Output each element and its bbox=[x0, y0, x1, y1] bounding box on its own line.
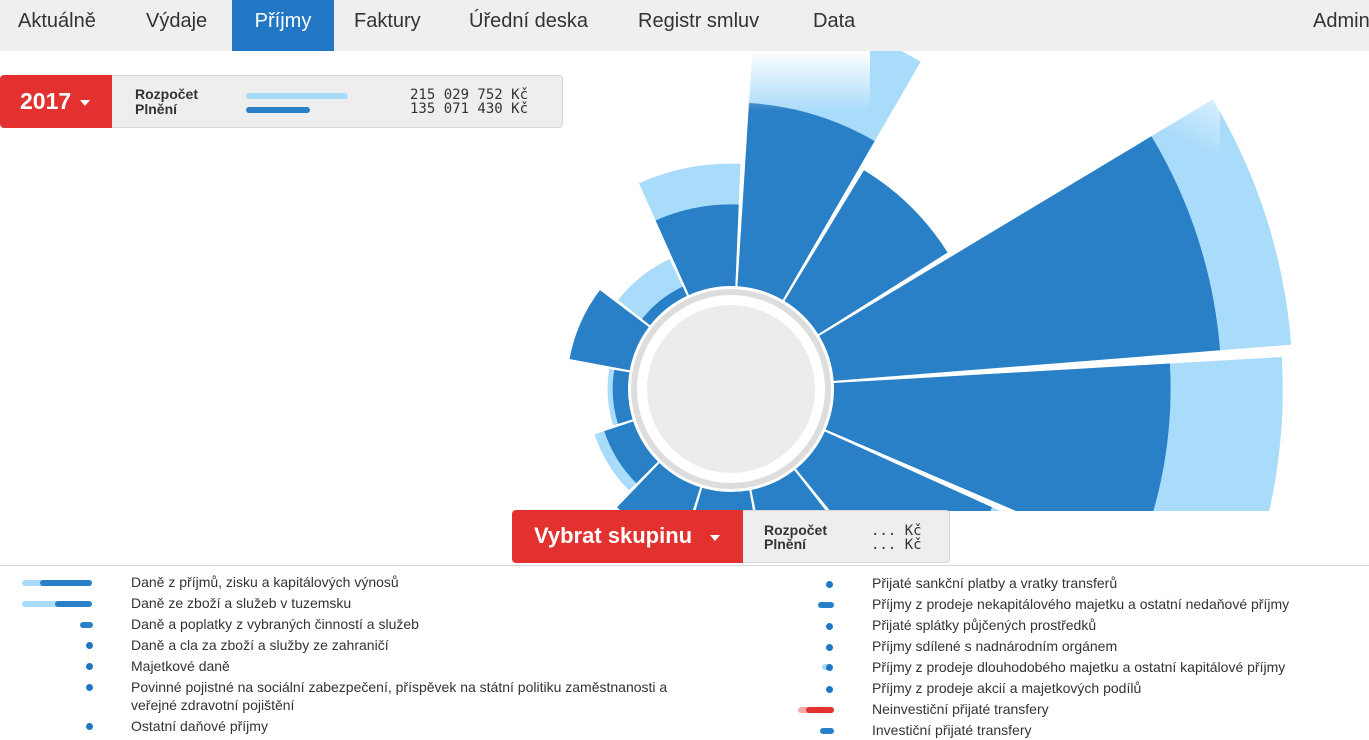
legend-label: Daně z příjmů, zisku a kapitálových výno… bbox=[131, 574, 399, 590]
group-summary: Rozpočet Plnění ... Kč ... Kč bbox=[743, 510, 950, 563]
legend-label: Příjmy z prodeje akcií a majetkových pod… bbox=[872, 680, 1142, 696]
nav-tab-prijmy[interactable]: Příjmy bbox=[232, 0, 334, 51]
legend-dot bbox=[826, 686, 833, 693]
nav-tab-uredni-deska[interactable]: Úřední deska bbox=[469, 0, 588, 51]
legend-label: Neinvestiční přijaté transfery bbox=[872, 701, 1049, 717]
legend-actual-bar bbox=[80, 622, 93, 628]
legend-dot bbox=[86, 684, 93, 691]
legend-actual-bar bbox=[818, 602, 834, 608]
legend-label: Povinné pojistné na sociální zabezpečení… bbox=[131, 679, 668, 695]
legend-actual-bar bbox=[820, 728, 834, 734]
fade-overlay-top bbox=[720, 51, 870, 111]
group-actual-amount: ... Kč bbox=[871, 537, 922, 553]
legend-label: Daně ze zboží a služeb v tuzemsku bbox=[131, 595, 352, 611]
legend-dot bbox=[86, 642, 93, 649]
nav-tab-registr-smluv[interactable]: Registr smluv bbox=[638, 0, 759, 51]
legend-dot bbox=[826, 581, 833, 588]
top-navigation: Aktuálně Výdaje Příjmy Faktury Úřední de… bbox=[0, 0, 1369, 51]
nav-tab-admin[interactable]: Admin bbox=[1313, 0, 1369, 51]
legend-label-line2: veřejné zdravotní pojištění bbox=[131, 697, 295, 713]
group-actual-label: Plnění bbox=[764, 536, 807, 552]
legend-dot bbox=[826, 644, 833, 651]
legend-label: Daně a cla za zboží a služby ze zahranič… bbox=[131, 637, 389, 653]
nav-tab-aktualne[interactable]: Aktuálně bbox=[0, 0, 114, 51]
legend-label: Příjmy z prodeje nekapitálového majetku … bbox=[872, 596, 1290, 612]
legend-label: Daně a poplatky z vybraných činností a s… bbox=[131, 616, 419, 632]
legend-actual-bar bbox=[55, 601, 92, 607]
nav-tab-data[interactable]: Data bbox=[813, 0, 855, 51]
legend-label: Investiční přijaté transfery bbox=[872, 722, 1032, 738]
legend-dot bbox=[86, 723, 93, 730]
nav-tab-vydaje[interactable]: Výdaje bbox=[127, 0, 226, 51]
legend-label: Příjmy z prodeje dlouhodobého majetku a … bbox=[872, 659, 1286, 675]
select-group-label: Vybrat skupinu bbox=[534, 523, 693, 548]
caret-down-icon bbox=[710, 535, 720, 541]
legend-label: Příjmy sdílené s nadnárodním orgánem bbox=[872, 638, 1118, 654]
select-group-dropdown[interactable]: Vybrat skupinu bbox=[512, 510, 743, 563]
legend-label: Přijaté sankční platby a vratky transfer… bbox=[872, 575, 1118, 591]
revenue-polar-chart bbox=[569, 51, 1292, 511]
nav-tab-faktury[interactable]: Faktury bbox=[354, 0, 421, 51]
legend-dot bbox=[826, 664, 833, 671]
legend-actual-bar bbox=[40, 580, 92, 586]
legend: Daně z příjmů, zisku a kapitálových výno… bbox=[0, 565, 1369, 738]
fade-overlay-right bbox=[1000, 51, 1220, 161]
legend-dot bbox=[86, 663, 93, 670]
legend-actual-bar bbox=[806, 707, 834, 713]
legend-label: Přijaté splátky půjčených prostředků bbox=[872, 617, 1097, 633]
chart-center-circle[interactable] bbox=[647, 305, 815, 473]
legend-dot bbox=[826, 623, 833, 630]
legend-label: Ostatní daňové příjmy bbox=[131, 718, 268, 734]
legend-label: Majetkové daně bbox=[131, 658, 230, 674]
